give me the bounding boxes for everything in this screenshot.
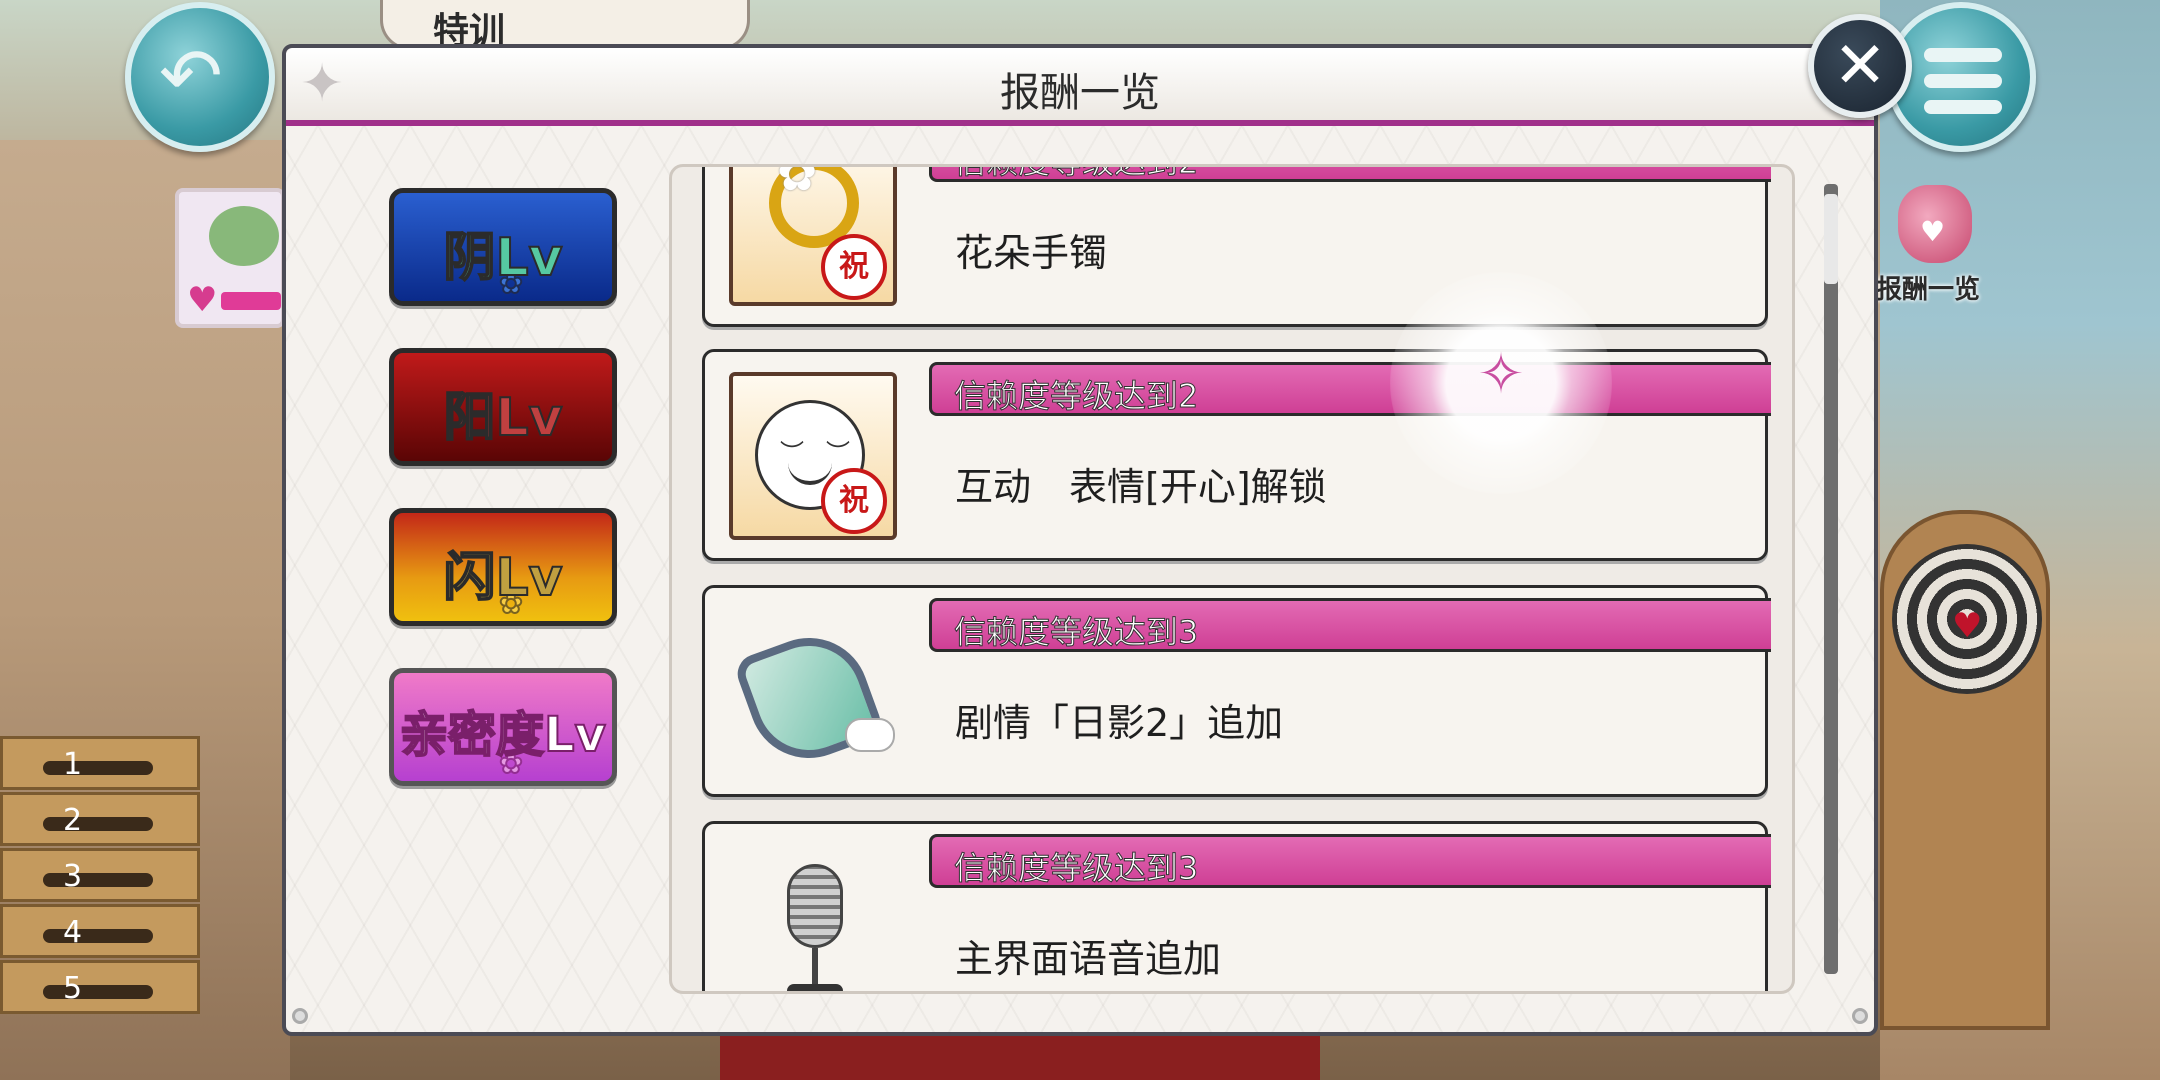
- back-button[interactable]: ↶: [125, 2, 275, 152]
- reward-list[interactable]: ✿ 祝 信赖度等级达到2 花朵手镯 ︶︶ 祝 信赖度等级达到2 互动 表情[开心…: [669, 164, 1795, 994]
- character-sweater: [720, 1036, 1320, 1080]
- seal-stamp: 祝: [821, 468, 887, 534]
- vaulting-box-tier: 2: [0, 792, 200, 846]
- seal-stamp: 祝: [821, 234, 887, 300]
- flower-bracelet-icon: ✿ 祝: [729, 167, 897, 306]
- list-scrollbar[interactable]: [1824, 184, 1838, 974]
- corner-ornament: [292, 1008, 308, 1024]
- reward-item[interactable]: ✿ 祝 信赖度等级达到2 花朵手镯: [702, 167, 1771, 327]
- tab-label: 亲密度Lv: [399, 706, 607, 764]
- requirement-banner: 信赖度等级达到3: [929, 598, 1771, 652]
- tab-flash-level[interactable]: ✿ ✿ 闪Lv: [389, 508, 617, 626]
- dialog-title: 报酬一览: [1000, 70, 1160, 116]
- vaulting-box-tier: 5: [0, 960, 200, 1014]
- reward-name: 剧情「日影2」追加: [955, 701, 1284, 745]
- dialog-header: ✦ 报酬一览: [286, 48, 1874, 126]
- reward-name: 主界面语音追加: [955, 937, 1222, 981]
- tab-label: 阳Lv: [442, 387, 563, 449]
- close-button[interactable]: ✕: [1808, 14, 1912, 118]
- affection-bar: [221, 292, 281, 310]
- requirement-banner: 信赖度等级达到2: [929, 362, 1771, 416]
- tab-label: 闪Lv: [442, 547, 563, 609]
- requirement-banner: 信赖度等级达到3: [929, 834, 1771, 888]
- tab-yang-level[interactable]: ✿ 阳Lv: [389, 348, 617, 466]
- reward-list-shortcut[interactable]: ♥ 报酬一览: [1876, 185, 1980, 305]
- reward-name: 花朵手镯: [955, 231, 1108, 275]
- back-arrow-icon: ↶: [159, 31, 223, 120]
- top-tab-training: 特训: [380, 0, 750, 52]
- story-film-icon: [729, 608, 897, 776]
- happy-face-icon: ︶︶ 祝: [729, 372, 897, 540]
- heart-icon: ♥: [1920, 215, 1946, 248]
- tab-intimacy-level[interactable]: ✿ ✿ 亲密度Lv: [389, 668, 617, 786]
- requirement-banner: 信赖度等级达到2: [929, 167, 1771, 182]
- reward-name: 互动 表情[开心]解锁: [955, 465, 1327, 509]
- tap-effect: ✧: [1390, 272, 1612, 494]
- close-icon: ✕: [1833, 29, 1887, 103]
- heart-icon: ♥: [187, 280, 218, 320]
- microphone-icon: [729, 844, 897, 991]
- character-portrait-card[interactable]: ♥: [175, 188, 285, 328]
- tab-yin-level[interactable]: ✿ ✿ 阴Lv: [389, 188, 617, 306]
- vaulting-box-tier: 4: [0, 904, 200, 958]
- character-avatar: [209, 206, 279, 266]
- scrollbar-thumb[interactable]: [1824, 194, 1838, 284]
- hamburger-menu-icon: [1924, 48, 2002, 126]
- vaulting-box-tier: 1: [0, 736, 200, 790]
- reward-item[interactable]: 信赖度等级达到3 主界面语音追加: [702, 821, 1771, 991]
- vaulting-box-tier: 3: [0, 848, 200, 902]
- corner-ornament: [1852, 1008, 1868, 1024]
- reward-list-shortcut-label: 报酬一览: [1876, 275, 1981, 305]
- tab-label: 阴Lv: [442, 227, 563, 289]
- shuriken-cursor-icon: ✧: [1477, 342, 1525, 407]
- reward-list-dialog: ✦ 报酬一览 ✿ ✿ 阴Lv ✿ 阳Lv ✿ ✿ 闪Lv ✿ ✿ 亲密度Lv ✿…: [282, 44, 1878, 1036]
- reward-item[interactable]: 信赖度等级达到3 剧情「日影2」追加: [702, 585, 1771, 797]
- dartboard-target: ♥: [1880, 510, 2050, 1030]
